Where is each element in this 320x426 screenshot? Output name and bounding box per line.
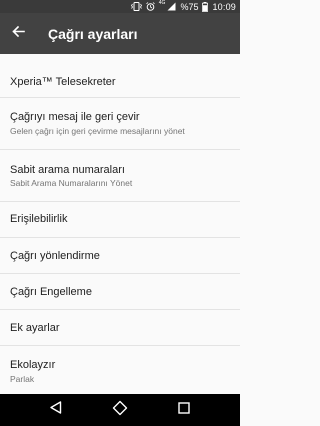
battery-icon [202,1,209,12]
setting-title: Çağrıyı mesaj ile geri çevir [10,111,140,123]
setting-accessibility[interactable]: Erişilebilirlik [0,202,240,238]
arrow-back-icon [11,25,25,43]
network-type-label: 4G [158,0,166,6]
nav-recents-button[interactable] [170,396,198,424]
app-bar: Çağrı ayarları [0,13,240,54]
setting-title: Sabit arama numaraları [10,164,125,176]
page-title: Çağrı ayarları [48,25,138,42]
settings-list: Xperia™ Telesekreter Çağrıyı mesaj ile g… [0,54,240,394]
nav-home-button[interactable] [106,396,134,424]
home-circle-icon [112,400,128,421]
setting-equalizer[interactable]: Ekolayzır Parlak [0,346,240,394]
alarm-icon [146,2,155,11]
setting-fixed-dialing-numbers[interactable]: Sabit arama numaraları Sabit Arama Numar… [0,150,240,202]
clock: 10:09 [212,1,236,12]
vibrate-icon [130,2,142,11]
setting-subtitle: Sabit Arama Numaralarını Yönet [10,178,133,188]
signal-icon [167,2,176,11]
setting-call-forwarding[interactable]: Çağrı yönlendirme [0,238,240,274]
setting-title: Xperia™ Telesekreter [10,76,116,88]
setting-call-barring[interactable]: Çağrı Engelleme [0,274,240,310]
back-triangle-icon [50,401,62,419]
nav-back-button[interactable] [42,396,70,424]
back-button[interactable] [0,13,36,54]
status-bar: 4G %75 10:09 [0,0,240,13]
setting-xperia-voicemail[interactable]: Xperia™ Telesekreter [0,54,240,98]
recents-square-icon [178,401,190,419]
setting-title: Ek ayarlar [10,322,60,334]
setting-title: Erişilebilirlik [10,213,68,225]
setting-title: Çağrı Engelleme [10,286,92,298]
setting-additional-settings[interactable]: Ek ayarlar [0,310,240,346]
setting-subtitle: Gelen çağrı için geri çevirme mesajların… [10,126,185,136]
setting-reject-with-message[interactable]: Çağrıyı mesaj ile geri çevir Gelen çağrı… [0,98,240,150]
navigation-bar [0,394,240,426]
setting-subtitle: Parlak [10,374,35,384]
battery-percent: %75 [180,1,199,12]
setting-title: Ekolayzır [10,359,56,371]
setting-title: Çağrı yönlendirme [10,250,100,262]
